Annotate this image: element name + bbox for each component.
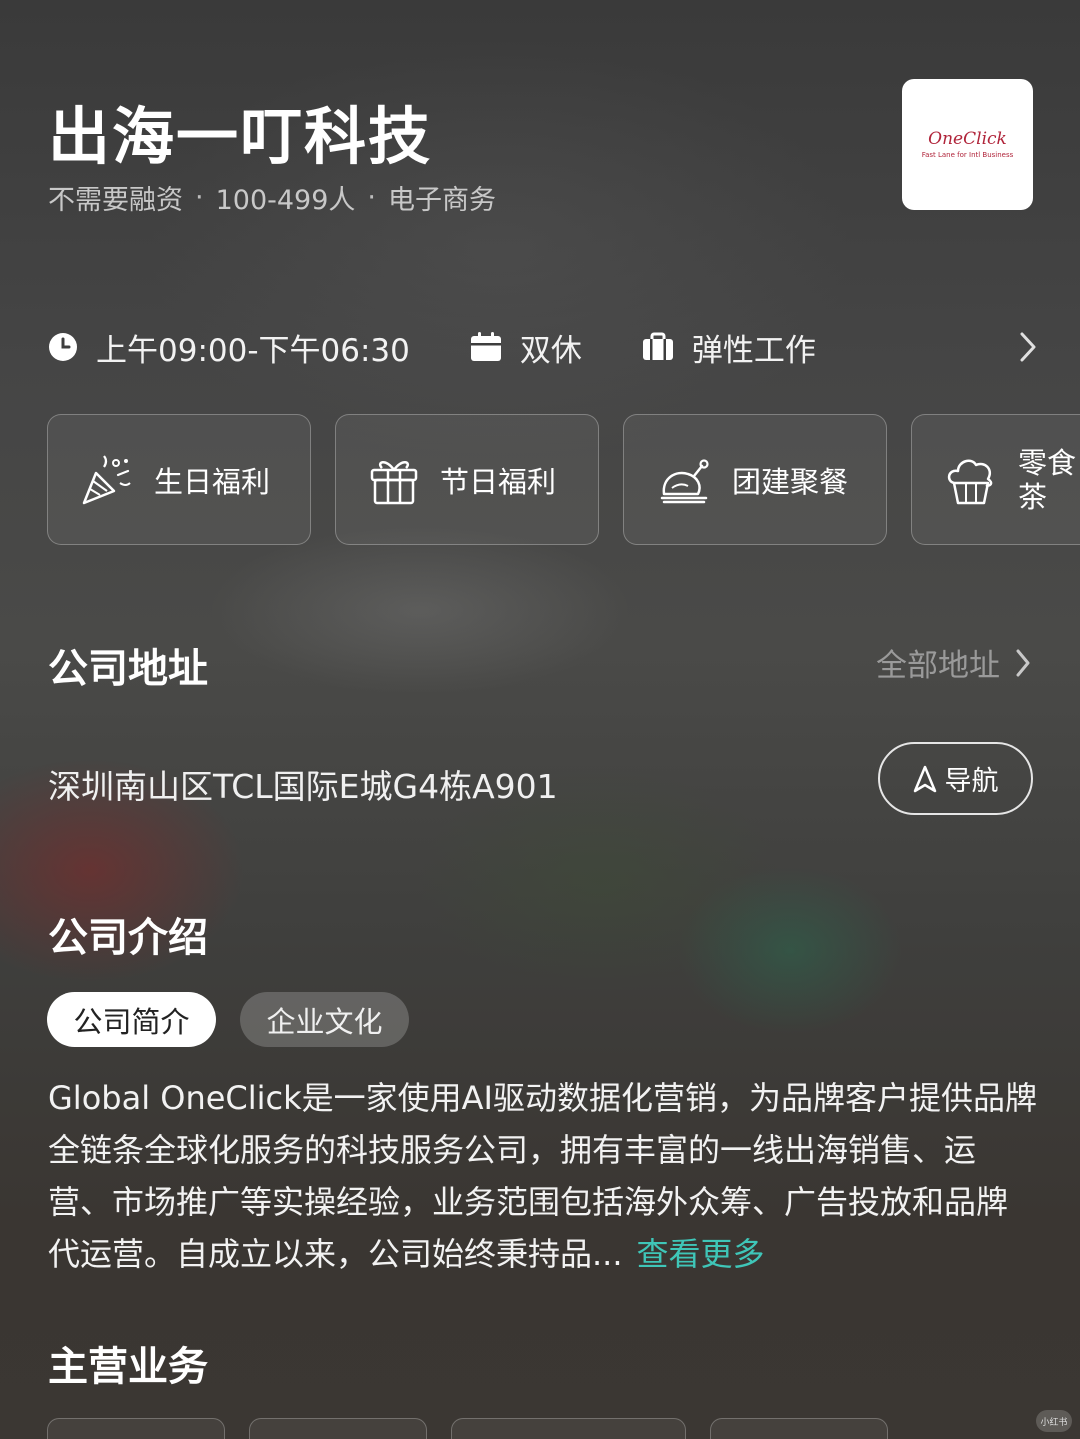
navigate-button[interactable]: 导航 — [878, 742, 1033, 815]
benefit-label-line1: 零食 — [1018, 445, 1077, 480]
roast-chicken-icon — [660, 458, 709, 503]
navigation-arrow-icon — [913, 765, 936, 792]
clock-icon — [49, 333, 77, 361]
chevron-right-icon — [1016, 649, 1030, 676]
intro-text: Global OneClick是一家使用AI驱动数据化营销，为品牌客户提供品牌全… — [48, 1079, 1037, 1273]
briefcase-icon — [642, 332, 673, 360]
work-hours: 上午09:00-下午06:30 — [48, 325, 410, 370]
benefit-label: 生日福利 — [154, 464, 271, 499]
company-industry: 电子商务 — [388, 185, 496, 216]
work-mode-text: 弹性工作 — [691, 332, 816, 369]
work-info-row[interactable]: 上午09:00-下午06:30 双休 弹性工作 — [48, 322, 1038, 372]
company-page: 出海一叮科技 不需要融资 · 100-499人 · 电子商务 OneClick … — [0, 0, 1080, 1439]
business-card[interactable] — [451, 1418, 686, 1439]
meta-separator: · — [367, 182, 376, 213]
cupcake-icon — [947, 459, 993, 504]
tab-company-culture[interactable]: 企业文化 — [240, 992, 409, 1047]
rest-days: 双休 — [470, 325, 582, 370]
chevron-right-icon[interactable] — [1018, 330, 1038, 364]
view-more-link[interactable]: 查看更多 — [637, 1235, 765, 1273]
meta-separator: · — [195, 182, 204, 213]
benefits-scroller[interactable]: 生日福利 节日福利 团建聚餐 零食 茶 — [47, 414, 1080, 546]
company-address: 深圳南山区TCL国际E城G4栋A901 — [48, 767, 558, 806]
gift-icon — [370, 460, 418, 504]
rest-days-text: 双休 — [519, 332, 582, 369]
navigate-label: 导航 — [944, 766, 999, 797]
benefit-birthday[interactable]: 生日福利 — [47, 414, 311, 545]
benefit-label: 节日福利 — [440, 464, 557, 499]
benefit-holiday[interactable]: 节日福利 — [335, 414, 599, 545]
benefit-team-dinner[interactable]: 团建聚餐 — [623, 414, 887, 545]
logo-wordmark: OneClick — [928, 129, 1007, 149]
all-addresses-label: 全部地址 — [876, 648, 1000, 684]
work-mode: 弹性工作 — [642, 325, 816, 370]
address-section-title: 公司地址 — [48, 646, 208, 692]
company-size: 100-499人 — [215, 185, 356, 216]
company-meta: 不需要融资 · 100-499人 · 电子商务 — [48, 178, 496, 217]
benefit-label: 团建聚餐 — [732, 464, 849, 499]
company-intro: Global OneClick是一家使用AI驱动数据化营销，为品牌客户提供品牌全… — [48, 1072, 1038, 1280]
calendar-icon — [470, 332, 501, 361]
business-card[interactable] — [47, 1418, 225, 1439]
benefit-snacks[interactable]: 零食 茶 — [911, 414, 1080, 545]
watermark-badge: 小红书 — [1036, 1410, 1072, 1432]
all-addresses-link[interactable]: 全部地址 — [876, 640, 1032, 685]
intro-section-title: 公司介绍 — [48, 915, 208, 961]
tab-company-profile[interactable]: 公司简介 — [47, 992, 216, 1047]
company-logo[interactable]: OneClick Fast Lane for Intl Business — [902, 79, 1033, 210]
business-section-title: 主营业务 — [48, 1344, 208, 1390]
business-card[interactable] — [710, 1418, 888, 1439]
business-card[interactable] — [249, 1418, 427, 1439]
party-popper-icon — [82, 454, 131, 504]
benefit-label-line2: 茶 — [1018, 479, 1048, 514]
work-hours-text: 上午09:00-下午06:30 — [96, 332, 410, 369]
company-name: 出海一叮科技 — [48, 100, 433, 173]
funding-stage: 不需要融资 — [48, 185, 183, 216]
benefit-label: 零食 茶 — [1018, 446, 1076, 514]
logo-tagline: Fast Lane for Intl Business — [921, 151, 1014, 159]
